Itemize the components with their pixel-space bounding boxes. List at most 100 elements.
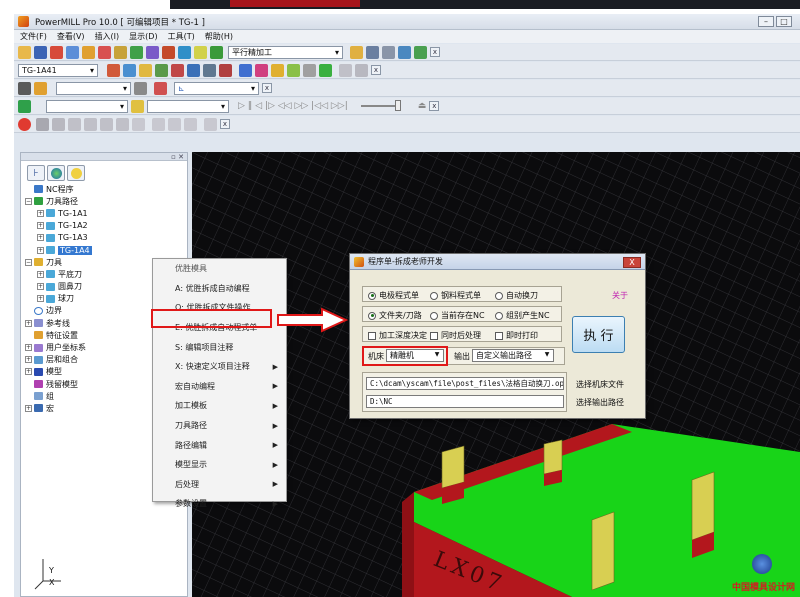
strategy-select[interactable]: 平行精加工 ▾ xyxy=(228,45,343,59)
calc-icon[interactable] xyxy=(194,45,207,59)
viewmill-stock-icon[interactable] xyxy=(152,117,165,131)
toolpath-move-icon[interactable] xyxy=(287,63,300,77)
expand-icon[interactable]: + xyxy=(25,368,32,376)
toolpath-sort-icon[interactable] xyxy=(303,63,316,77)
pattern-tool-icon[interactable] xyxy=(146,45,159,59)
toolpath-select[interactable]: TG-1A41 ▾ xyxy=(18,63,98,77)
toolbar5-close-button[interactable]: x xyxy=(220,119,230,129)
toolbar4-close-button[interactable]: x xyxy=(429,101,440,111)
check-instant-print[interactable]: 即时打印 xyxy=(495,330,538,341)
menu-item-auto-programming[interactable]: A: 优胜拆成自动编程 xyxy=(153,279,286,299)
tool-pin-icon[interactable] xyxy=(134,81,147,95)
output-path-field[interactable]: D:\NC xyxy=(366,395,564,408)
expand-icon[interactable]: + xyxy=(25,344,32,352)
menu-item-post-process[interactable]: 后处理 ▶ xyxy=(153,475,286,495)
expand-icon[interactable]: + xyxy=(37,222,44,230)
toolpath-green-icon[interactable] xyxy=(319,63,332,77)
maximize-button[interactable]: □ xyxy=(776,16,792,27)
eject-icon[interactable]: ⏏ xyxy=(418,101,427,111)
toolpath-tool-icon[interactable] xyxy=(155,63,168,77)
radio-steel-sheet[interactable]: 钢料程式单 xyxy=(430,290,481,301)
toolbar-close-button[interactable]: x xyxy=(430,47,440,57)
radio-existing-nc[interactable]: 当前存在NC xyxy=(430,310,485,321)
collapse-icon[interactable]: − xyxy=(25,197,32,205)
tab-options[interactable] xyxy=(67,165,85,181)
toolpath-table-icon[interactable] xyxy=(203,63,216,77)
toolpath-verify-icon[interactable] xyxy=(139,63,152,77)
viewmill-mode2-icon[interactable] xyxy=(68,117,81,131)
play-icon[interactable]: ▷ ‖ ◁ |▷ ◁◁ ▷▷ |◁◁ ▷▷| xyxy=(238,101,348,111)
expand-icon[interactable]: + xyxy=(25,404,32,412)
menu-insert[interactable]: 插入(I) xyxy=(95,31,120,42)
tools-x-icon[interactable] xyxy=(414,45,427,59)
minimize-button[interactable]: – xyxy=(758,16,774,27)
expand-icon[interactable]: + xyxy=(37,295,44,303)
feeds-icon[interactable] xyxy=(82,45,95,59)
expand-icon[interactable]: + xyxy=(37,270,44,278)
strategy-grid-icon[interactable] xyxy=(210,45,223,59)
boundary-tool-icon[interactable] xyxy=(130,45,143,59)
toolpath-edit-icon[interactable] xyxy=(107,63,120,77)
sim-select-1[interactable]: ▾ xyxy=(46,99,128,113)
tool-table-icon[interactable] xyxy=(154,81,167,95)
menu-display[interactable]: 显示(D) xyxy=(129,31,157,42)
radio-electrode-sheet[interactable]: 电极程式单 xyxy=(368,290,419,301)
toolbar2-close-button[interactable]: x xyxy=(371,65,381,75)
viewmill-save-icon[interactable] xyxy=(184,117,197,131)
list-icon[interactable] xyxy=(366,45,379,59)
viewmill-stop-icon[interactable] xyxy=(18,117,31,131)
check-post-process[interactable]: 同时后处理 xyxy=(430,330,481,341)
wizard-icon[interactable] xyxy=(350,45,363,59)
output-select[interactable]: 自定义输出路径 ▼ xyxy=(472,349,554,362)
toolpath-stats-icon[interactable] xyxy=(187,63,200,77)
radio-group-nc[interactable]: 组别产生NC xyxy=(495,310,550,321)
viewmill-mode3-icon[interactable] xyxy=(84,117,97,131)
toolpath-region-icon[interactable] xyxy=(239,63,252,77)
speed-slider[interactable] xyxy=(360,100,401,111)
menu-item-macro-programming[interactable]: 宏自动编程 ▶ xyxy=(153,377,286,397)
expand-icon[interactable]: + xyxy=(37,234,44,242)
select-output-path-button[interactable]: 选择输出路径 xyxy=(576,397,624,408)
check-depth-decision[interactable]: 加工深度决定 xyxy=(368,330,427,341)
menu-item-edit-notes[interactable]: S: 编辑项目注释 xyxy=(153,337,286,357)
measure-icon[interactable] xyxy=(398,45,411,59)
leads-icon[interactable] xyxy=(98,45,111,59)
about-link[interactable]: 关于 xyxy=(612,290,628,301)
tree-item-nc-programs[interactable]: NC程序 xyxy=(25,183,185,195)
toolpath-leads-icon[interactable] xyxy=(271,63,284,77)
pencil-icon[interactable] xyxy=(34,81,47,95)
rapid-move-icon[interactable] xyxy=(66,45,79,59)
post-file-path-field[interactable]: C:\dcam\yscam\file\post_files\法格自动换刀.opt xyxy=(366,377,564,390)
sim-select-2[interactable]: ▾ xyxy=(147,99,229,113)
toolpath-delete-icon[interactable] xyxy=(219,63,232,77)
viewmill-table-icon[interactable] xyxy=(204,117,217,131)
radio-auto-toolchange[interactable]: 自动换刀 xyxy=(495,290,538,301)
expand-icon[interactable]: + xyxy=(25,319,32,327)
tab-html-browser[interactable] xyxy=(47,165,65,181)
toolpath-limit-icon[interactable] xyxy=(171,63,184,77)
viewmill-mode6-icon[interactable] xyxy=(132,117,145,131)
toolpath-text-icon[interactable] xyxy=(355,63,368,77)
collapse-icon[interactable]: − xyxy=(25,258,32,266)
menu-item-quick-notes[interactable]: X: 快速定义项目注释 ▶ xyxy=(153,357,286,377)
dialog-close-button[interactable]: X xyxy=(623,257,641,268)
select-post-file-button[interactable]: 选择机床文件 xyxy=(576,379,624,390)
open-icon[interactable] xyxy=(18,45,31,59)
sim-toolpath-icon[interactable] xyxy=(18,99,31,113)
menu-item-settings[interactable]: 参数设置 ▶ xyxy=(153,494,286,514)
tool-select[interactable]: ▾ xyxy=(56,81,131,95)
tool-icon[interactable] xyxy=(114,45,127,59)
menu-item-templates[interactable]: 加工模板 ▶ xyxy=(153,396,286,416)
expand-icon[interactable]: + xyxy=(37,209,44,217)
tree-item-toolpaths[interactable]: − 刀具路径 xyxy=(25,195,185,207)
expand-icon[interactable]: + xyxy=(25,356,32,364)
tree-item-toolpath[interactable]: + TG-1A3 xyxy=(25,232,185,244)
menu-item-path-edit[interactable]: 路径编辑 ▶ xyxy=(153,435,286,455)
simulate-icon[interactable] xyxy=(178,45,191,59)
toolpath-copy-icon[interactable] xyxy=(123,63,136,77)
toolpath-colors-icon[interactable] xyxy=(255,63,268,77)
menu-help[interactable]: 帮助(H) xyxy=(205,31,233,42)
menu-item-model-display[interactable]: 模型显示 ▶ xyxy=(153,455,286,475)
toolpath-strategy-icon[interactable] xyxy=(162,45,175,59)
radio-folder-toolpath[interactable]: 文件夹/刀路 xyxy=(368,310,422,321)
